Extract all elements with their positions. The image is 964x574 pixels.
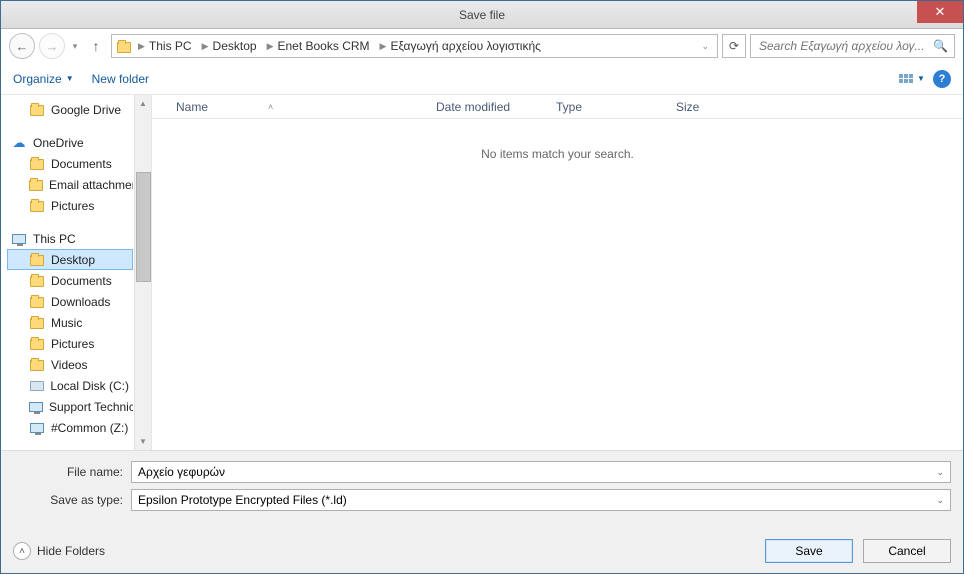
saveas-value: Epsilon Prototype Encrypted Files (*.ld) xyxy=(138,493,347,507)
window-title: Save file xyxy=(459,8,505,22)
breadcrumb: ▶This PC xyxy=(134,35,196,57)
up-button[interactable]: ↑ xyxy=(85,35,107,57)
history-dropdown[interactable]: ▾ xyxy=(69,33,81,59)
search-input[interactable] xyxy=(757,38,927,54)
tree-item-downloads[interactable]: Downloads xyxy=(7,291,133,312)
back-button[interactable]: ← xyxy=(9,33,35,59)
bottom-panel: File name: Αρχείο γεφυρών ⌄ Save as type… xyxy=(1,450,963,573)
chevron-right-icon: ▶ xyxy=(380,41,387,52)
tree-item-local-disk[interactable]: Local Disk (C:) xyxy=(7,375,133,396)
tree-item-desktop[interactable]: Desktop xyxy=(7,249,133,270)
tree-item-documents[interactable]: Documents xyxy=(7,153,133,174)
column-headers: Name ˄ Date modified Type Size xyxy=(152,95,963,119)
column-size-header[interactable]: Size xyxy=(668,95,768,118)
scroll-up-icon[interactable]: ▲ xyxy=(135,95,151,112)
cancel-button[interactable]: Cancel xyxy=(863,539,951,563)
hide-folders-toggle[interactable]: ˄ Hide Folders xyxy=(13,542,105,560)
search-field[interactable]: 🔍 xyxy=(750,34,955,58)
toolbar: Organize ▼ New folder ▼ ? xyxy=(1,63,963,95)
grid-view-icon xyxy=(899,74,913,83)
folder-icon xyxy=(29,156,45,172)
up-arrow-icon: ↑ xyxy=(93,38,100,54)
address-bar[interactable]: ▶This PC ▶Desktop ▶Enet Books CRM ▶Εξαγω… xyxy=(111,34,718,58)
computer-icon xyxy=(11,231,27,247)
help-icon: ? xyxy=(939,73,946,85)
tree-item-google-drive[interactable]: Google Drive xyxy=(7,99,133,120)
navigation-row: ← → ▾ ↑ ▶This PC ▶Desktop ▶Enet Books CR… xyxy=(1,29,963,63)
folder-icon xyxy=(29,273,45,289)
empty-message: No items match your search. xyxy=(481,147,634,161)
drive-icon xyxy=(29,420,45,436)
drive-icon xyxy=(29,378,44,394)
titlebar: Save file ✕ xyxy=(1,1,963,29)
organize-menu[interactable]: Organize ▼ xyxy=(13,72,74,86)
back-arrow-icon: ← xyxy=(16,39,29,54)
tree-item-email-attachments[interactable]: Email attachmen xyxy=(7,174,133,195)
close-icon: ✕ xyxy=(935,4,946,20)
view-options-button[interactable]: ▼ xyxy=(901,70,923,88)
tree-scrollbar[interactable]: ▲ ▼ xyxy=(134,95,151,450)
tree-item-onedrive[interactable]: ☁ OneDrive xyxy=(7,132,133,153)
save-button[interactable]: Save xyxy=(765,539,853,563)
folder-icon xyxy=(29,336,45,352)
folder-icon xyxy=(29,294,45,310)
chevron-right-icon: ▶ xyxy=(267,41,274,52)
chevron-down-icon: ▼ xyxy=(66,74,74,83)
breadcrumb: ▶Desktop xyxy=(198,35,261,57)
folder-icon xyxy=(29,177,43,193)
tree-item-support[interactable]: Support Technica xyxy=(7,396,133,417)
tree-item-documents[interactable]: Documents xyxy=(7,270,133,291)
saveas-combo[interactable]: Epsilon Prototype Encrypted Files (*.ld)… xyxy=(131,489,951,511)
folder-icon xyxy=(29,315,45,331)
tree-item-this-pc[interactable]: This PC xyxy=(7,228,133,249)
body-split: Google Drive ☁ OneDrive Documents Email … xyxy=(1,95,963,450)
chevron-right-icon: ▶ xyxy=(138,41,145,52)
address-dropdown[interactable]: ⌄ xyxy=(701,41,713,52)
forward-arrow-icon: → xyxy=(46,39,59,54)
forward-button[interactable]: → xyxy=(39,33,65,59)
column-name-header[interactable]: Name ˄ xyxy=(168,95,428,118)
tree-item-music[interactable]: Music xyxy=(7,312,133,333)
refresh-icon: ⟳ xyxy=(729,39,739,53)
folder-icon xyxy=(29,252,45,268)
tree-item-common[interactable]: #Common (Z:) xyxy=(7,417,133,438)
refresh-button[interactable]: ⟳ xyxy=(722,34,746,58)
scroll-down-icon[interactable]: ▼ xyxy=(135,433,151,450)
navigation-tree: Google Drive ☁ OneDrive Documents Email … xyxy=(1,95,151,450)
file-list: No items match your search. xyxy=(152,119,963,450)
filename-combo[interactable]: Αρχείο γεφυρών ⌄ xyxy=(131,461,951,483)
close-button[interactable]: ✕ xyxy=(917,1,963,23)
cloud-icon: ☁ xyxy=(11,135,27,151)
sort-indicator-icon: ˄ xyxy=(268,102,273,112)
tree-item-pictures[interactable]: Pictures xyxy=(7,195,133,216)
chevron-down-icon: ⌄ xyxy=(936,467,944,478)
save-file-dialog: Save file ✕ ← → ▾ ↑ ▶This PC ▶Desktop ▶E… xyxy=(0,0,964,574)
column-date-header[interactable]: Date modified xyxy=(428,95,548,118)
drive-icon xyxy=(29,399,43,415)
help-button[interactable]: ? xyxy=(933,70,951,88)
chevron-down-icon: ▼ xyxy=(917,74,925,83)
filename-label: File name: xyxy=(13,465,123,479)
folder-icon xyxy=(29,357,45,373)
tree-item-pictures[interactable]: Pictures xyxy=(7,333,133,354)
tree-item-videos[interactable]: Videos xyxy=(7,354,133,375)
folder-icon xyxy=(29,198,45,214)
search-icon: 🔍 xyxy=(933,39,948,53)
file-list-pane: Name ˄ Date modified Type Size No items … xyxy=(151,95,963,450)
filename-value: Αρχείο γεφυρών xyxy=(138,465,225,479)
saveas-label: Save as type: xyxy=(13,493,123,507)
column-type-header[interactable]: Type xyxy=(548,95,668,118)
folder-icon xyxy=(29,102,45,118)
chevron-right-icon: ▶ xyxy=(202,41,209,52)
scroll-thumb[interactable] xyxy=(136,172,151,282)
chevron-down-icon: ⌄ xyxy=(936,495,944,506)
breadcrumb: ▶Εξαγωγή αρχείου λογιστικής xyxy=(376,35,545,57)
folder-icon xyxy=(116,38,132,54)
breadcrumb: ▶Enet Books CRM xyxy=(263,35,374,57)
new-folder-button[interactable]: New folder xyxy=(92,72,149,86)
chevron-up-icon: ˄ xyxy=(13,542,31,560)
